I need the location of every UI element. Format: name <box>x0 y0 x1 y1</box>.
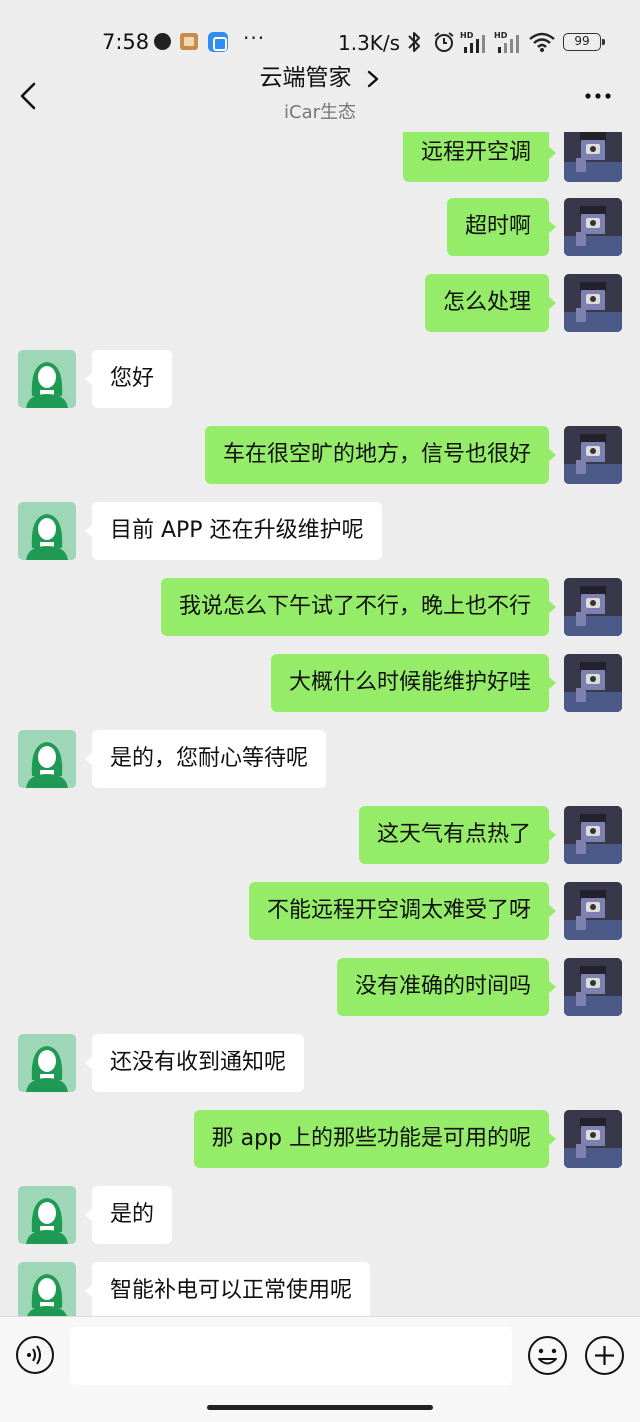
user-avatar[interactable] <box>564 132 622 182</box>
bluetooth-icon <box>408 32 420 52</box>
message-bubble-user[interactable]: 我说怎么下午试了不行，晚上也不行 <box>160 578 557 636</box>
more-dots-icon[interactable] <box>580 81 616 111</box>
chat-header: 云端管家 iCar生态 <box>0 56 640 132</box>
plus-icon[interactable] <box>584 1335 625 1376</box>
more-notifications-icon: ··· <box>243 26 266 50</box>
message-bubble-agent[interactable]: 是的，您耐心等待呢 <box>84 730 327 788</box>
user-avatar[interactable] <box>564 1110 622 1168</box>
app-notification-icon <box>180 33 198 50</box>
user-avatar[interactable] <box>564 274 622 332</box>
agent-avatar[interactable] <box>18 350 76 408</box>
message-bubble-agent[interactable]: 智能补电可以正常使用呢 <box>84 1262 371 1316</box>
user-avatar[interactable] <box>564 578 622 636</box>
voice-icon[interactable] <box>15 1335 55 1375</box>
agent-avatar[interactable] <box>18 1034 76 1092</box>
cell-signal-icon <box>464 35 485 53</box>
user-avatar[interactable] <box>564 654 622 712</box>
emoji-icon[interactable] <box>527 1335 568 1376</box>
user-avatar[interactable] <box>564 882 622 940</box>
home-indicator[interactable] <box>207 1405 433 1410</box>
message-bubble-user[interactable]: 没有准确的时间吗 <box>336 958 557 1016</box>
message-bubble-user[interactable]: 不能远程开空调太难受了呀 <box>248 882 557 940</box>
message-bubble-user[interactable]: 大概什么时候能维护好哇 <box>270 654 557 712</box>
wifi-icon <box>529 32 555 52</box>
message-input[interactable] <box>70 1327 512 1385</box>
alarm-icon <box>434 32 454 52</box>
agent-avatar[interactable] <box>18 1186 76 1244</box>
user-avatar[interactable] <box>564 806 622 864</box>
network-speed: 1.3K/s <box>338 31 401 55</box>
agent-avatar[interactable] <box>18 1262 76 1316</box>
status-time: 7:58 <box>102 30 150 54</box>
message-bubble-agent[interactable]: 还没有收到通知呢 <box>84 1034 305 1092</box>
chat-title-row[interactable]: 云端管家 <box>0 62 640 94</box>
message-bubble-user[interactable]: 远程开空调 <box>402 132 557 182</box>
message-list[interactable]: 远程开空调 超时啊 怎么处理 您好 车在很空旷的地方，信号也很好 目前 APP … <box>0 132 640 1316</box>
agent-avatar[interactable] <box>18 502 76 560</box>
user-avatar[interactable] <box>564 958 622 1016</box>
battery-icon: 99 <box>563 33 605 51</box>
user-avatar[interactable] <box>564 198 622 256</box>
message-bubble-agent[interactable]: 是的 <box>84 1186 173 1244</box>
input-bar <box>0 1316 640 1422</box>
message-bubble-user[interactable]: 超时啊 <box>446 198 557 256</box>
message-bubble-user[interactable]: 怎么处理 <box>424 274 557 332</box>
message-bubble-user[interactable]: 这天气有点热了 <box>358 806 557 864</box>
app-notification-icon-2 <box>208 32 228 52</box>
chat-title[interactable]: 云端管家 <box>259 62 351 94</box>
notification-dot-icon <box>154 33 171 50</box>
agent-avatar[interactable] <box>18 730 76 788</box>
message-bubble-agent[interactable]: 目前 APP 还在升级维护呢 <box>85 502 382 560</box>
chevron-right-icon[interactable] <box>365 69 381 89</box>
user-avatar[interactable] <box>564 426 622 484</box>
message-bubble-user[interactable]: 车在很空旷的地方，信号也很好 <box>204 426 557 484</box>
cell-signal-icon-2 <box>498 35 519 53</box>
message-bubble-agent[interactable]: 您好 <box>84 350 173 408</box>
chat-subtitle: iCar生态 <box>284 102 356 123</box>
message-bubble-user[interactable]: 那 app 上的那些功能是可用的呢 <box>193 1110 557 1168</box>
